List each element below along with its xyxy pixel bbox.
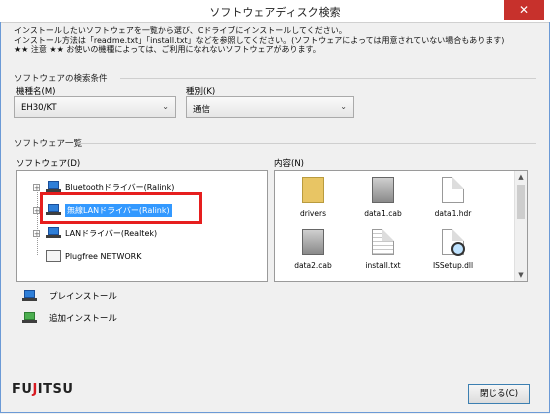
software-tree-label: ソフトウェア(D) [16, 159, 81, 169]
network-icon [46, 250, 61, 262]
contents-panel[interactable]: drivers data1.cab data1.hdr data2.cab in… [274, 170, 528, 282]
search-conditions-divider [120, 78, 536, 79]
window-close-button[interactable]: ✕ [504, 0, 544, 20]
window-title: ソフトウェアディスク検索 [209, 6, 341, 19]
file-name: data2.cab [294, 261, 332, 270]
file-item[interactable]: install.txt [353, 229, 413, 270]
scroll-thumb[interactable] [517, 185, 525, 219]
intro-line-3: ★★ 注意 ★★ お使いの機種によっては、ご利用になれないソフトウェアがあります… [14, 45, 321, 54]
tree-connector [37, 187, 38, 255]
chevron-down-icon: ⌄ [340, 102, 347, 111]
title-bar: ソフトウェアディスク検索 ✕ [0, 0, 550, 23]
file-item[interactable]: drivers [283, 177, 343, 218]
add-install-label: 追加インストール [49, 314, 117, 324]
file-name: ISSetup.dll [432, 261, 474, 270]
preinstall-action[interactable]: プレインストール [22, 290, 117, 302]
selection-highlight-box [40, 192, 202, 224]
folder-icon [302, 177, 324, 203]
type-value: 通信 [193, 105, 211, 115]
document-icon [442, 177, 464, 203]
software-list-label: ソフトウェア一覧 [14, 139, 83, 149]
add-install-icon [22, 312, 37, 324]
file-item[interactable]: data1.cab [353, 177, 413, 218]
intro-line-2: インストール方法は「readme.txt」「install.txt」などを参照し… [14, 35, 505, 45]
close-button[interactable]: 閉じる(C) [468, 384, 530, 404]
file-name: drivers [300, 209, 326, 218]
file-name: data1.cab [364, 209, 402, 218]
search-conditions-label: ソフトウェアの検索条件 [14, 74, 108, 84]
tree-item-lan[interactable]: + LANドライバー(Realtek) [33, 225, 157, 241]
logo-part: FU [12, 382, 33, 397]
computer-icon [22, 290, 37, 302]
file-name: data1.hdr [434, 209, 472, 218]
intro-line-1: インストールしたいソフトウェアを一覧から選び、Cドライブにインストールしてくださ… [14, 26, 347, 35]
tree-item-plugfree[interactable]: Plugfree NETWORK [46, 248, 141, 264]
tree-item-label: Bluetoothドライバー(Ralink) [65, 182, 175, 192]
archive-icon [372, 177, 394, 203]
fujitsu-logo: FUJITSU [12, 382, 73, 397]
tree-item-label: LANドライバー(Realtek) [65, 228, 158, 238]
scroll-down-icon[interactable]: ▼ [515, 269, 527, 281]
software-list-divider [78, 143, 536, 144]
expand-icon[interactable]: + [33, 229, 40, 237]
contents-label: 内容(N) [274, 159, 304, 169]
contents-scrollbar[interactable]: ▲ ▼ [514, 171, 527, 281]
tree-item-label: Plugfree NETWORK [65, 251, 142, 261]
scroll-up-icon[interactable]: ▲ [515, 171, 527, 183]
software-tree[interactable]: + Bluetoothドライバー(Ralink) + 無線LANドライバー(Ra… [16, 170, 268, 282]
setup-dll-icon [442, 229, 465, 256]
file-item[interactable]: data2.cab [283, 229, 343, 270]
text-file-icon [372, 229, 394, 255]
logo-part: ITSU [37, 382, 74, 397]
file-item[interactable]: data1.hdr [423, 177, 483, 218]
expand-icon[interactable]: + [33, 206, 40, 214]
file-item[interactable]: ISSetup.dll [423, 229, 483, 270]
intro-text: インストールしたいソフトウェアを一覧から選び、Cドライブにインストールしてくださ… [14, 26, 534, 55]
model-value: EH30/KT [21, 103, 57, 113]
type-select[interactable]: 通信 ⌄ [186, 96, 354, 118]
chevron-down-icon: ⌄ [162, 102, 169, 111]
add-install-action[interactable]: 追加インストール [22, 312, 117, 324]
preinstall-label: プレインストール [49, 292, 117, 302]
computer-icon [46, 227, 61, 239]
model-select[interactable]: EH30/KT ⌄ [14, 96, 176, 118]
expand-icon[interactable]: + [33, 183, 40, 191]
file-name: install.txt [365, 261, 401, 270]
archive-icon [302, 229, 324, 255]
